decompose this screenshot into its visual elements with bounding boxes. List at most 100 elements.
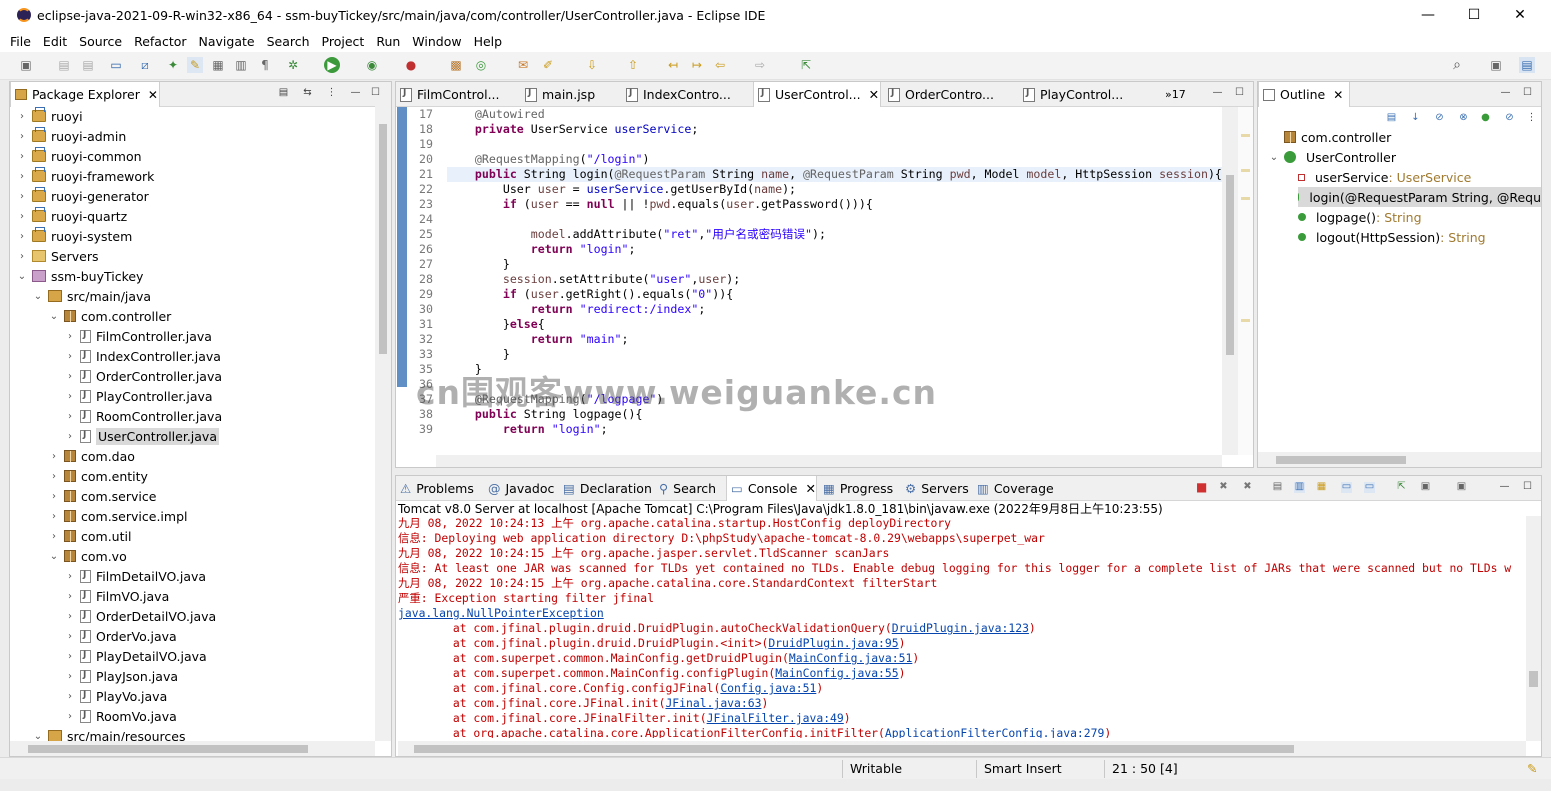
chevron-icon[interactable]: › [64, 411, 76, 422]
console-hscroll[interactable] [398, 741, 1526, 756]
scroll-lock-icon[interactable]: ▥ [1294, 482, 1305, 493]
menu-source[interactable]: Source [79, 34, 122, 49]
maximize-editor-icon[interactable]: ☐ [1234, 88, 1245, 99]
mark-occurrences-icon[interactable]: ✎ [187, 57, 203, 73]
menu-help[interactable]: Help [474, 34, 503, 49]
chevron-icon[interactable]: › [16, 251, 28, 262]
link-editor-icon[interactable]: ⇆ [302, 88, 313, 99]
editor-tab[interactable]: main.jsp [521, 82, 619, 107]
sort-icon[interactable]: ↓ [1410, 113, 1421, 124]
tree-item[interactable]: › FilmDetailVO.java [10, 566, 206, 586]
prev-annotation-icon[interactable]: ⇧ [625, 57, 641, 73]
code-line[interactable]: } [447, 347, 1222, 362]
tree-item[interactable]: ⌄ src/main/resources [10, 726, 185, 741]
chevron-icon[interactable]: › [64, 371, 76, 382]
word-wrap-console-icon[interactable]: ▦ [1316, 482, 1327, 493]
tree-item[interactable]: › com.service [10, 486, 156, 506]
code-line[interactable]: public String login(@RequestParam String… [447, 167, 1222, 182]
stacktrace-link[interactable]: DruidPlugin.java:123 [892, 621, 1029, 635]
tree-item[interactable]: › ruoyi [10, 106, 83, 126]
outline-item[interactable]: userService : UserService [1298, 167, 1541, 187]
tree-item[interactable]: › PlayController.java [10, 386, 213, 406]
external-tools-icon[interactable]: ● [403, 57, 419, 73]
code-line[interactable] [447, 137, 1222, 152]
close-tab-icon[interactable]: ✕ [805, 481, 815, 496]
code-line[interactable]: if (user == null || !pwd.equals(user.get… [447, 197, 1222, 212]
next-annotation-icon[interactable]: ⇩ [584, 57, 600, 73]
save-icon[interactable]: ▤ [56, 57, 72, 73]
code-line[interactable]: return "login"; [447, 422, 1222, 437]
open-console-icon[interactable]: ▣ [1456, 482, 1467, 493]
close-button[interactable]: ✕ [1497, 0, 1543, 30]
maximize-console-icon[interactable]: ☐ [1522, 482, 1533, 493]
stacktrace-link[interactable]: MainConfig.java:51 [789, 651, 912, 665]
console-tab[interactable]: @ Javadoc [484, 476, 557, 501]
chevron-icon[interactable]: › [64, 571, 76, 582]
tab-package-explorer[interactable]: Package Explorer ✕ [10, 82, 160, 107]
tree-item[interactable]: › OrderDetailVO.java [10, 606, 216, 626]
chevron-icon[interactable]: › [48, 511, 60, 522]
tree-item[interactable]: ⌄ com.controller [10, 306, 172, 326]
editor-tab[interactable]: OrderContro... [884, 82, 1016, 107]
outline-menu-icon[interactable]: ⋮ [1526, 113, 1537, 124]
tree-item[interactable]: › IndexController.java [10, 346, 221, 366]
code-line[interactable]: model.addAttribute("ret","用户名或密码错误"); [447, 227, 1222, 242]
tree-item[interactable]: › UserController.java [10, 426, 219, 446]
show-stdout-icon[interactable]: ▭ [1341, 482, 1352, 493]
chevron-icon[interactable]: ⌄ [48, 311, 60, 322]
view-menu-icon[interactable]: ⋮ [326, 88, 337, 99]
hide-static-icon[interactable]: ⊗ [1458, 113, 1469, 124]
status-cursor-position[interactable]: 21 : 50 [4] [1112, 761, 1178, 776]
maximize-button[interactable]: ☐ [1451, 0, 1497, 30]
console-tab[interactable]: ▥ Coverage [973, 476, 1059, 501]
tree-item[interactable]: › OrderController.java [10, 366, 222, 386]
code-line[interactable]: } [447, 257, 1222, 272]
debug-icon[interactable]: ✲ [285, 57, 301, 73]
skip-breakpoints-icon[interactable]: ⧄ [137, 57, 153, 73]
editor-tab[interactable]: IndexContro... [622, 82, 750, 107]
terminate-icon[interactable]: ■ [1196, 481, 1207, 493]
tree-item[interactable]: › FilmVO.java [10, 586, 169, 606]
tree-item[interactable]: › Servers [10, 246, 99, 266]
outline-item[interactable]: com.controller [1268, 127, 1541, 147]
chevron-icon[interactable]: › [64, 331, 76, 342]
terminal-icon[interactable]: ▭ [108, 57, 124, 73]
new-class-icon[interactable]: ◎ [473, 57, 489, 73]
chevron-icon[interactable]: › [64, 391, 76, 402]
package-tree-vscroll[interactable] [375, 106, 391, 741]
close-tab-icon[interactable]: ✕ [869, 87, 879, 102]
editor-vscroll-thumb[interactable] [1226, 175, 1234, 355]
last-edit-icon[interactable]: ↤ [665, 57, 681, 73]
stacktrace-link[interactable]: JFinal.java:63 [665, 696, 761, 710]
stacktrace-link[interactable]: DruidPlugin.java:95 [768, 636, 898, 650]
run-tools-icon[interactable]: ◉ [364, 57, 380, 73]
tab-outline[interactable]: Outline ✕ [1258, 82, 1350, 107]
tree-item[interactable]: ⌄ ssm-buyTickey [10, 266, 144, 286]
editor-tab[interactable]: FilmControl... [396, 82, 518, 107]
code-line[interactable] [447, 212, 1222, 227]
code-line[interactable]: return "main"; [447, 332, 1222, 347]
tree-item[interactable]: ⌄ src/main/java [10, 286, 151, 306]
console-tab[interactable]: ▭ Console ✕ [726, 476, 817, 501]
console-hscroll-thumb[interactable] [414, 745, 1294, 753]
minimize-console-icon[interactable]: — [1499, 482, 1510, 493]
save-all-icon[interactable]: ▤ [80, 57, 96, 73]
tree-item[interactable]: › com.service.impl [10, 506, 187, 526]
package-tree-hscroll[interactable] [10, 741, 375, 756]
code-line[interactable]: }else{ [447, 317, 1222, 332]
clear-console-icon[interactable]: ▤ [1272, 482, 1283, 493]
code-line[interactable]: return "login"; [447, 242, 1222, 257]
minimize-button[interactable]: — [1405, 0, 1451, 30]
pin-console-icon[interactable]: ⇱ [1396, 482, 1407, 493]
chevron-icon[interactable]: › [48, 491, 60, 502]
tree-item[interactable]: › ruoyi-quartz [10, 206, 127, 226]
outline-item[interactable]: logout(HttpSession) : String [1298, 227, 1541, 247]
code-line[interactable]: private UserService userService; [447, 122, 1222, 137]
tree-item[interactable]: › FilmController.java [10, 326, 212, 346]
close-outline-icon[interactable]: ✕ [1333, 88, 1343, 102]
status-insert-mode[interactable]: Smart Insert [984, 761, 1062, 776]
tree-item[interactable]: › ruoyi-admin [10, 126, 126, 146]
chevron-icon[interactable]: › [16, 191, 28, 202]
editor-tab[interactable]: PlayControl... [1019, 82, 1159, 107]
hide-local-types-icon[interactable]: ⊘ [1504, 113, 1515, 124]
